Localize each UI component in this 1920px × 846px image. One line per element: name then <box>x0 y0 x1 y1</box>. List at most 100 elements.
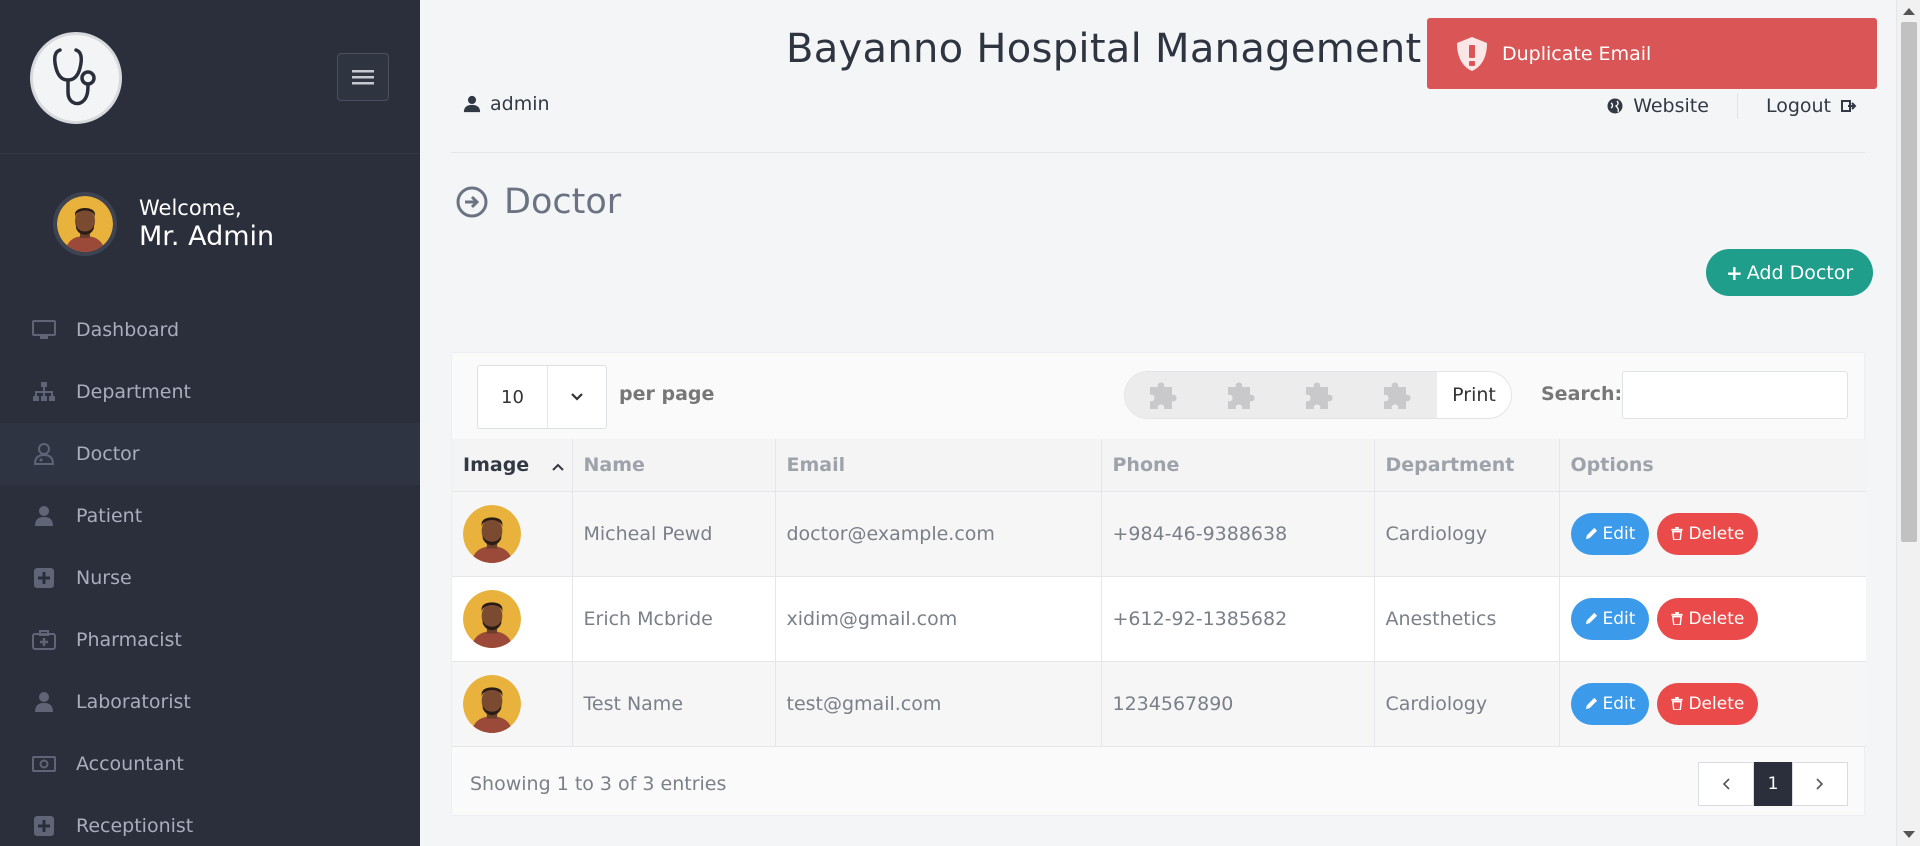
doctor-table-panel: 10 per page Print Search: Image Name Ema… <box>451 352 1866 816</box>
puzzle-icon <box>1150 382 1177 409</box>
page-scrollbar[interactable] <box>1896 0 1920 846</box>
error-toast[interactable]: Duplicate Email <box>1427 18 1877 89</box>
page-title: Doctor <box>456 182 621 222</box>
menu-toggle-button[interactable] <box>337 53 389 101</box>
website-link[interactable]: Website <box>1607 95 1709 117</box>
sidebar-item-pharmacist[interactable]: Pharmacist <box>0 609 420 671</box>
sort-asc-icon <box>552 463 564 471</box>
scrollbar-thumb[interactable] <box>1901 22 1917 542</box>
page-button-current[interactable]: 1 <box>1754 762 1792 806</box>
stethoscope-logo-icon[interactable] <box>30 32 122 124</box>
sidebar-item-label: Patient <box>76 505 143 527</box>
column-header-email[interactable]: Email <box>775 439 1102 492</box>
doctor-image-cell <box>452 491 573 577</box>
pdf-button[interactable] <box>1359 372 1437 418</box>
puzzle-icon <box>1228 382 1255 409</box>
scroll-up-icon[interactable] <box>1903 8 1915 15</box>
add-doctor-button[interactable]: + Add Doctor <box>1706 249 1874 296</box>
page-title-text: Doctor <box>504 182 622 222</box>
logout-link[interactable]: Logout <box>1766 95 1857 117</box>
delete-button[interactable]: Delete <box>1657 597 1759 640</box>
sidebar-item-label: Nurse <box>76 567 132 589</box>
column-header-phone[interactable]: Phone <box>1101 439 1375 492</box>
pencil-icon <box>1585 697 1597 710</box>
csv-button[interactable] <box>1281 372 1359 418</box>
options-cell: Edit Delete <box>1559 491 1866 577</box>
scroll-down-icon[interactable] <box>1903 831 1915 838</box>
sidebar-item-receptionist[interactable]: Receptionist <box>0 795 420 846</box>
sidebar: Welcome, Mr. Admin Dashboard Department … <box>0 0 420 846</box>
doctor-department: Cardiology <box>1374 491 1560 577</box>
doctor-name: Test Name <box>572 661 776 747</box>
shield-alert-icon <box>1457 37 1487 71</box>
sidebar-item-label: Accountant <box>76 753 184 775</box>
header-separator <box>1736 93 1738 119</box>
doctor-department: Cardiology <box>1374 661 1560 747</box>
column-header-department[interactable]: Department <box>1374 439 1560 492</box>
puzzle-icon <box>1384 382 1411 409</box>
arrow-circle-right-icon <box>456 186 488 218</box>
plus-square-icon <box>30 566 58 590</box>
sidebar-item-accountant[interactable]: Accountant <box>0 733 420 795</box>
doctor-avatar <box>463 504 521 563</box>
delete-button[interactable]: Delete <box>1657 512 1759 555</box>
column-header-image[interactable]: Image <box>452 439 573 492</box>
copy-button[interactable] <box>1125 372 1203 418</box>
doctor-name: Erich Mcbride <box>572 576 776 662</box>
toast-message: Duplicate Email <box>1502 42 1652 65</box>
doctor-avatar <box>463 674 521 733</box>
search-input[interactable] <box>1622 371 1848 419</box>
pencil-icon <box>1585 612 1597 625</box>
edit-button[interactable]: Edit <box>1570 512 1650 555</box>
welcome-text: Welcome, <box>139 196 242 220</box>
per-page-label: per page <box>619 383 715 405</box>
doctor-image-cell <box>452 661 573 747</box>
pagination: 1 <box>1698 762 1848 806</box>
chevron-down-icon <box>548 366 606 428</box>
globe-icon <box>1607 98 1623 114</box>
prev-page-button[interactable] <box>1698 762 1754 806</box>
trash-icon <box>1671 697 1684 710</box>
welcome-block: Welcome, Mr. Admin <box>53 192 274 256</box>
monitor-icon <box>30 318 58 342</box>
delete-button[interactable]: Delete <box>1657 682 1759 725</box>
sidebar-item-patient[interactable]: Patient <box>0 485 420 547</box>
user-name: Mr. Admin <box>139 221 275 252</box>
edit-button[interactable]: Edit <box>1570 597 1650 640</box>
user-icon <box>30 690 58 714</box>
doctor-phone: +612-92-1385682 <box>1101 576 1375 662</box>
table-row: Micheal Pewd doctor@example.com +984-46-… <box>452 491 1866 577</box>
table-row: Erich Mcbride xidim@gmail.com +612-92-13… <box>452 576 1866 662</box>
per-page-select[interactable]: 10 <box>477 365 607 429</box>
sign-out-icon <box>1841 100 1857 112</box>
doctor-name: Micheal Pewd <box>572 491 776 577</box>
trash-icon <box>1671 612 1684 625</box>
logout-label: Logout <box>1765 95 1831 117</box>
sitemap-icon <box>30 380 58 404</box>
sidebar-item-laboratorist[interactable]: Laboratorist <box>0 671 420 733</box>
table-header-row: Image Name Email Phone Department Option… <box>452 439 1866 492</box>
hamburger-icon <box>352 70 374 85</box>
sidebar-item-doctor[interactable]: Doctor <box>0 423 420 485</box>
website-label: Website <box>1633 95 1709 117</box>
avatar[interactable] <box>53 192 117 256</box>
medkit-icon <box>30 628 58 652</box>
user-link[interactable]: admin <box>463 93 550 115</box>
sidebar-item-department[interactable]: Department <box>0 361 420 423</box>
options-cell: Edit Delete <box>1559 661 1866 747</box>
column-header-name[interactable]: Name <box>572 439 776 492</box>
chevron-left-icon <box>1722 778 1730 790</box>
money-icon <box>30 752 58 776</box>
sidebar-item-nurse[interactable]: Nurse <box>0 547 420 609</box>
table-row: Test Name test@gmail.com 1234567890 Card… <box>452 661 1866 747</box>
print-button[interactable]: Print <box>1437 384 1511 406</box>
sidebar-item-label: Pharmacist <box>76 629 182 651</box>
sidebar-nav: Dashboard Department Doctor Patient Nurs… <box>0 299 420 846</box>
doctor-image-cell <box>452 576 573 662</box>
excel-button[interactable] <box>1203 372 1281 418</box>
user-md-icon <box>30 442 58 466</box>
per-page-value: 10 <box>478 366 548 428</box>
edit-button[interactable]: Edit <box>1570 682 1650 725</box>
sidebar-item-dashboard[interactable]: Dashboard <box>0 299 420 361</box>
next-page-button[interactable] <box>1792 762 1848 806</box>
